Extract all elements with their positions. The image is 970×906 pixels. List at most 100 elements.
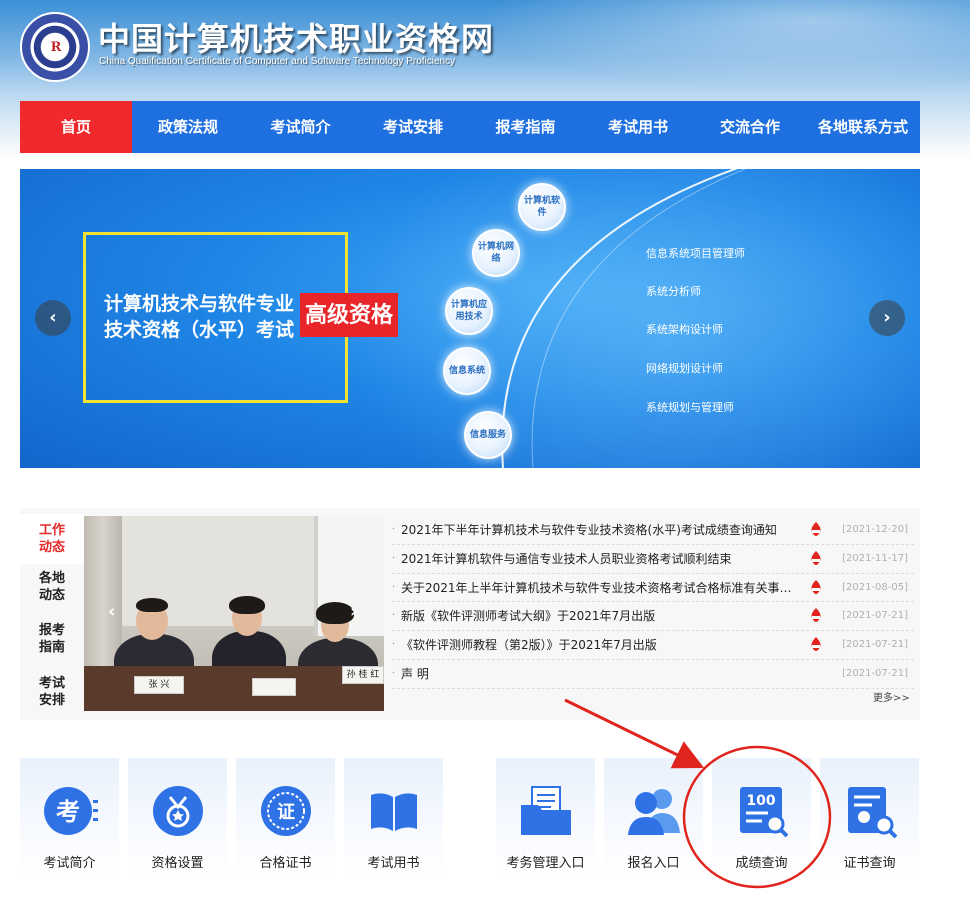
photo-nameplate: 张 兴 [134, 676, 184, 694]
site-logo[interactable]: R [20, 12, 90, 82]
site-title: 中国计算机技术职业资格网 [98, 20, 495, 58]
photo-next-button[interactable]: › [350, 601, 357, 622]
news-title[interactable]: 新版《软件评测师考试大纲》于2021年7月出版 [401, 602, 801, 630]
tab-work-news[interactable]: 工作动态 [20, 514, 84, 564]
news-date: [2021-12-20] [842, 524, 908, 535]
banner-role: 系统分析师 [646, 285, 701, 298]
nav-item-exam-schedule[interactable]: 考试安排 [357, 101, 469, 153]
tile-label: 考务管理入口 [506, 856, 585, 871]
tile-label: 报名入口 [627, 856, 680, 871]
news-item[interactable]: · 新版《软件评测师考试大纲》于2021年7月出版 [2021-07-21] [392, 602, 914, 632]
news-date: [2021-07-21] [842, 639, 908, 651]
news-date: [2021-07-21] [842, 610, 908, 622]
certificate-seal-icon-glyph: 证 [277, 802, 295, 823]
hot-icon [811, 579, 821, 594]
banner-role: 网络规划设计师 [646, 362, 723, 375]
hot-icon [811, 550, 821, 565]
photo-person-hair [229, 596, 265, 614]
nav-item-policy[interactable]: 政策法规 [132, 101, 244, 153]
tab-exam-schedule[interactable]: 考试安排 [20, 673, 84, 719]
news-bullet: · [392, 524, 396, 535]
hot-icon [811, 522, 821, 536]
logo-mark: R [44, 36, 68, 60]
photo-prev-button[interactable]: ‹ [108, 601, 115, 622]
hot-icon [811, 608, 821, 623]
banner-node-application: 计算机应用技术 [445, 287, 493, 335]
news-bullet: · [392, 639, 396, 651]
banner-node-network: 计算机网络 [472, 229, 520, 277]
score-search-icon-glyph: 100 [746, 793, 775, 809]
folder-document-icon [520, 786, 571, 835]
news-item[interactable]: · 《软件评测师教程（第2版）》于2021年7月出版 [2021-07-21] [392, 631, 914, 660]
photo-person-hair [136, 598, 168, 612]
exam-intro-icon-glyph: 考 [56, 798, 80, 826]
news-item[interactable]: · 2021年下半年计算机技术与软件专业技术资格(水平)考试成绩查询通知 [2021… [392, 516, 914, 545]
tile-certificate-query[interactable]: 证书查询 [820, 758, 919, 876]
tile-exam-books[interactable]: 考试用书 [344, 758, 443, 876]
nav-item-exam-intro[interactable]: 考试简介 [244, 101, 357, 153]
banner-node-info-service: 信息服务 [464, 411, 512, 459]
banner-level-tag: 高级资格 [300, 293, 398, 337]
nav-item-exam-books[interactable]: 考试用书 [582, 101, 694, 153]
news-title[interactable]: 2021年下半年计算机技术与软件专业技术资格(水平)考试成绩查询通知 [401, 516, 801, 544]
photo-table [84, 666, 384, 711]
more-news-link[interactable]: 更多>> [873, 689, 910, 704]
medal-icon [152, 786, 203, 836]
tab-exam-schedule-label: 考试安排 [38, 676, 65, 708]
nav-item-home[interactable]: 首页 [20, 101, 132, 153]
banner-prev-button[interactable]: ‹ [35, 300, 71, 336]
tab-registration-guide[interactable]: 报考指南 [20, 620, 84, 670]
certificate-search-icon [847, 787, 897, 839]
banner-next-button[interactable]: › [869, 300, 905, 336]
exam-intro-icon: 考 [43, 787, 98, 835]
tile-certificate[interactable]: 证 合格证书 [236, 758, 335, 876]
header-background [420, 0, 970, 100]
book-icon [370, 793, 417, 831]
news-item[interactable]: · 2021年计算机软件与通信专业技术人员职业资格考试顺利结束 [2021-11-1… [392, 545, 914, 574]
tile-registration-entry[interactable]: 报名入口 [604, 758, 703, 876]
news-photo-carousel[interactable]: 张 兴 孙 桂 红 ‹ › [84, 516, 384, 711]
news-title[interactable]: 《软件评测师教程（第2版）》于2021年7月出版 [401, 631, 801, 659]
news-title[interactable]: 关于2021年上半年计算机技术与软件专业技术资格考试合格标准有关事项... [401, 574, 801, 602]
tab-local-news[interactable]: 各地动态 [20, 568, 84, 618]
news-side-tabs: 工作动态 各地动态 报考指南 考试安排 [20, 508, 84, 720]
tile-qualification-settings[interactable]: 资格设置 [128, 758, 227, 876]
nav-item-cooperation[interactable]: 交流合作 [694, 101, 806, 153]
tile-label: 资格设置 [151, 856, 204, 871]
news-list: · 2021年下半年计算机技术与软件专业技术资格(水平)考试成绩查询通知 [2021… [392, 516, 914, 689]
banner-node-info-system: 信息系统 [443, 347, 491, 395]
banner-role: 信息系统项目管理师 [646, 247, 745, 260]
photo-nameplate: 孙 桂 红 [342, 666, 384, 684]
tile-label: 合格证书 [259, 856, 312, 871]
news-title[interactable]: 2021年计算机软件与通信专业技术人员职业资格考试顺利结束 [401, 545, 801, 573]
nav-item-local-contacts[interactable]: 各地联系方式 [806, 101, 920, 153]
hot-icon [811, 637, 821, 652]
score-search-icon: 100 [739, 787, 788, 838]
news-bullet: · [392, 552, 396, 564]
nav-item-registration-guide[interactable]: 报考指南 [469, 101, 582, 153]
banner-headline: 计算机技术与软件专业 技术资格（水平）考试 [104, 291, 294, 343]
tab-work-news-label: 工作动态 [38, 523, 65, 555]
photo-nameplate [252, 678, 296, 696]
news-date: [2021-07-21] [842, 667, 908, 679]
main-nav: 首页 政策法规 考试简介 考试安排 报考指南 考试用书 交流合作 各地联系方式 [20, 101, 920, 153]
tile-exam-intro[interactable]: 考 考试简介 [20, 758, 119, 876]
site-subtitle: China Qualification Certificate of Compu… [99, 56, 456, 67]
tile-exam-admin-entry[interactable]: 考务管理入口 [496, 758, 595, 876]
banner-carousel[interactable]: 计算机技术与软件专业 技术资格（水平）考试 高级资格 计算机软件 计算机网络 计… [20, 169, 920, 468]
photo-person-hair [316, 602, 354, 624]
news-section: 工作动态 各地动态 报考指南 考试安排 张 兴 孙 桂 红 ‹ › · 2021… [20, 508, 920, 720]
news-item[interactable]: · 声 明 [2021-07-21] [392, 660, 914, 689]
tile-label: 成绩查询 [735, 856, 788, 871]
news-title[interactable]: 声 明 [401, 660, 801, 688]
tile-label: 证书查询 [843, 856, 896, 871]
news-bullet: · [392, 581, 396, 593]
tile-score-query[interactable]: 100 成绩查询 [712, 758, 811, 876]
news-bullet: · [392, 610, 396, 622]
news-date: [2021-08-05] [842, 581, 908, 593]
certificate-seal-icon: 证 [260, 786, 311, 836]
banner-headline-line2: 技术资格（水平）考试 [104, 319, 295, 341]
banner-node-software: 计算机软件 [518, 183, 566, 231]
news-item[interactable]: · 关于2021年上半年计算机技术与软件专业技术资格考试合格标准有关事项... [2… [392, 574, 914, 603]
tab-registration-guide-label: 报考指南 [38, 623, 65, 655]
